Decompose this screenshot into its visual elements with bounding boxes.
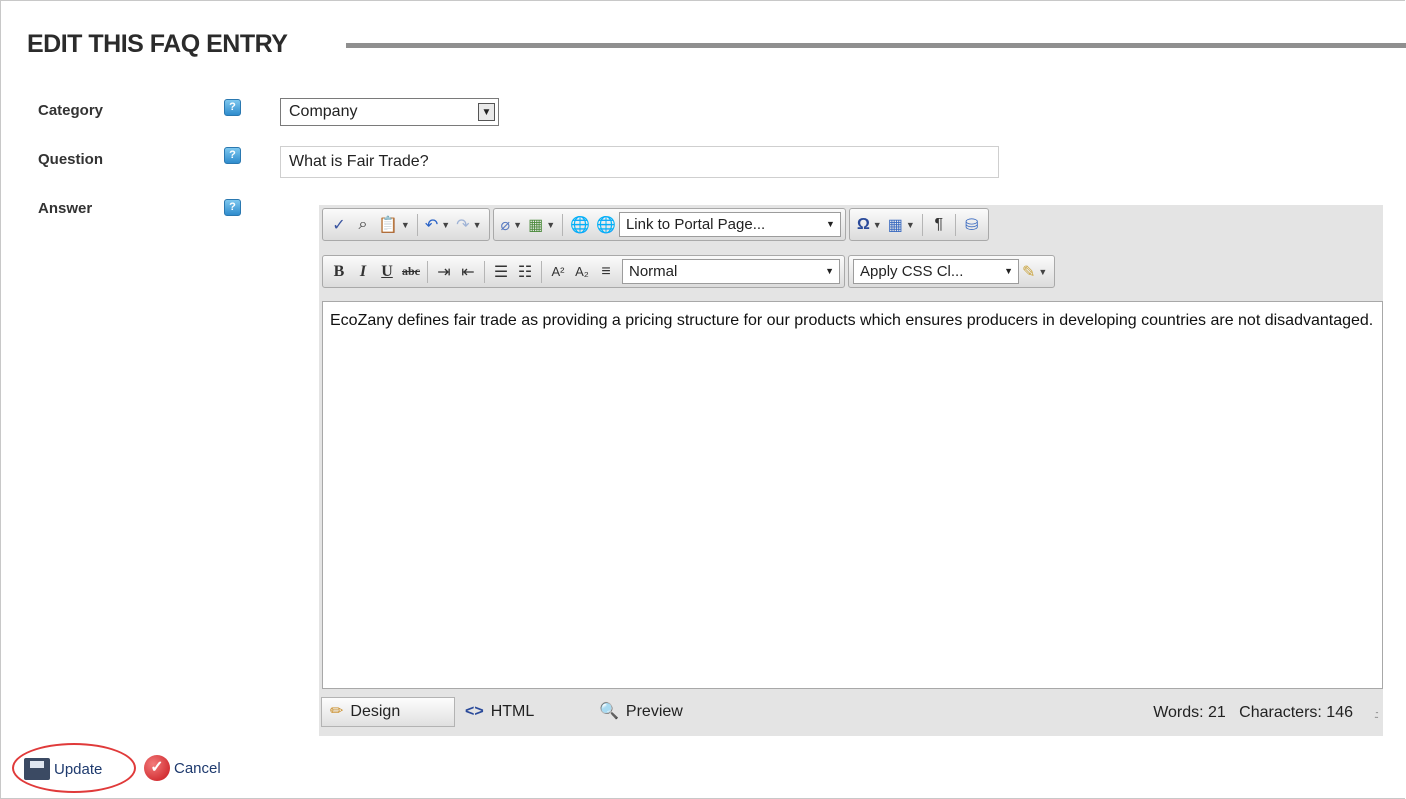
format-stripper-icon[interactable]: ✎ ▼ bbox=[1019, 259, 1050, 284]
hyperlink-icon[interactable]: ⌀ ▼ bbox=[498, 212, 526, 237]
css-select-value: Apply CSS Cl... bbox=[860, 263, 964, 280]
update-button[interactable]: Update bbox=[24, 758, 102, 780]
image-manager-icon[interactable]: ▦ ▼ bbox=[525, 212, 558, 237]
paste-icon[interactable]: 📋 ▼ bbox=[375, 212, 413, 237]
html-mode-tab[interactable]: <> HTML bbox=[457, 697, 567, 727]
resize-grip-icon[interactable]: .:: bbox=[1374, 709, 1379, 721]
spellcheck-icon[interactable]: ✓ bbox=[327, 212, 351, 237]
toolbar-separator bbox=[954, 213, 956, 236]
page-title: EDIT THIS FAQ ENTRY bbox=[27, 30, 288, 58]
question-label: Question bbox=[38, 151, 104, 168]
paragraph-icon[interactable]: ¶ bbox=[927, 212, 951, 237]
superscript-icon[interactable]: A² bbox=[546, 259, 570, 284]
editor-content-area[interactable]: EcoZany defines fair trade as providing … bbox=[322, 301, 1383, 689]
title-divider bbox=[346, 43, 1406, 48]
undo-icon[interactable]: ↶ ▼ bbox=[422, 212, 453, 237]
indent-icon[interactable]: ⇥ bbox=[432, 259, 456, 284]
numbered-list-icon[interactable]: ☰ bbox=[489, 259, 513, 284]
answer-help-icon[interactable]: ? bbox=[224, 199, 241, 216]
toolbar-separator bbox=[921, 213, 923, 236]
strikethrough-icon[interactable]: abc bbox=[399, 259, 423, 284]
cancel-icon: ✓ bbox=[144, 755, 170, 781]
special-characters-icon[interactable]: Ω ▼ bbox=[854, 212, 885, 237]
link-select-value: Link to Portal Page... bbox=[625, 216, 766, 233]
toolbar-group-edit: ✓ ⌕ 📋 ▼ ↶ ▼ ↷ ▼ bbox=[322, 208, 490, 241]
update-label: Update bbox=[54, 760, 103, 778]
module-icon[interactable]: ⛁ bbox=[960, 212, 984, 237]
format-block-select[interactable]: Normal ▼ bbox=[622, 259, 840, 284]
preview-mode-tab[interactable]: 🔍 Preview bbox=[591, 697, 721, 727]
bulleted-list-icon[interactable]: ☷ bbox=[513, 259, 537, 284]
toolbar-separator bbox=[484, 260, 485, 283]
bold-icon[interactable]: B bbox=[327, 259, 351, 284]
code-icon: <> bbox=[465, 703, 484, 720]
word-count-status: Words: 21 Characters: 146 bbox=[1153, 704, 1353, 722]
toolbar-separator bbox=[541, 260, 542, 283]
insert-link-icon[interactable]: 🌐 bbox=[567, 212, 593, 237]
category-help-icon[interactable]: ? bbox=[224, 99, 241, 116]
toolbar-group-links: ⌀ ▼ ▦ ▼ 🌐 🌐 Link to Portal Page... ▼ bbox=[492, 208, 846, 241]
character-count: Characters: 146 bbox=[1239, 704, 1353, 721]
rich-text-editor: ✓ ⌕ 📋 ▼ ↶ ▼ ↷ ▼ ⌀ ▼ ▦ ▼ 🌐 🌐 Link to Portal Pa… bbox=[319, 205, 1383, 736]
toolbar-group-css: Apply CSS Cl... ▼ ✎ ▼ bbox=[848, 255, 1056, 288]
question-help-icon[interactable]: ? bbox=[224, 147, 241, 164]
remove-link-icon[interactable]: 🌐 bbox=[593, 212, 619, 237]
chevron-down-icon: ▼ bbox=[826, 219, 835, 229]
question-input[interactable]: What is Fair Trade? bbox=[280, 146, 999, 178]
insert-table-icon[interactable]: ▦ ▼ bbox=[885, 212, 918, 237]
editor-mode-bar: ✏ Design <> HTML 🔍 Preview Words: 21 Cha… bbox=[319, 691, 1383, 736]
toolbar-group-insert: Ω ▼ ▦ ▼ ¶ ⛁ bbox=[848, 208, 989, 241]
format-select-value: Normal bbox=[629, 263, 678, 280]
underline-icon[interactable]: U bbox=[375, 259, 399, 284]
editor-toolbar-bottom: B I U abc ⇥ ⇤ ☰ ☷ A² A₂ ≡ Normal ▼ Apply… bbox=[322, 255, 1058, 288]
link-to-portal-select[interactable]: Link to Portal Page... ▼ bbox=[618, 212, 841, 237]
category-label: Category bbox=[38, 102, 104, 119]
category-select-value: Company bbox=[289, 103, 358, 120]
chevron-down-icon: ▼ bbox=[825, 266, 834, 276]
save-disk-icon bbox=[24, 758, 50, 780]
italic-icon[interactable]: I bbox=[351, 259, 375, 284]
design-mode-tab[interactable]: ✏ Design bbox=[321, 697, 455, 727]
chevron-down-icon: ▼ bbox=[1004, 266, 1013, 276]
cancel-label: Cancel bbox=[174, 759, 221, 777]
design-tab-label: Design bbox=[350, 703, 401, 720]
subscript-icon[interactable]: A₂ bbox=[570, 259, 594, 284]
category-select[interactable]: Company ▼ bbox=[280, 98, 499, 126]
answer-label: Answer bbox=[38, 200, 93, 217]
editor-toolbar-top: ✓ ⌕ 📋 ▼ ↶ ▼ ↷ ▼ ⌀ ▼ ▦ ▼ 🌐 🌐 Link to Portal Pa… bbox=[322, 208, 992, 241]
toolbar-separator bbox=[416, 213, 418, 236]
align-icon[interactable]: ≡ bbox=[594, 259, 618, 284]
cancel-button[interactable]: ✓ Cancel bbox=[144, 755, 221, 781]
find-replace-icon[interactable]: ⌕ bbox=[351, 212, 375, 237]
apply-css-class-select[interactable]: Apply CSS Cl... ▼ bbox=[853, 259, 1019, 284]
toolbar-separator bbox=[562, 213, 564, 236]
word-count: Words: 21 bbox=[1153, 704, 1226, 721]
pencil-icon: ✏ bbox=[330, 703, 344, 720]
html-tab-label: HTML bbox=[490, 703, 535, 720]
chevron-down-icon[interactable]: ▼ bbox=[478, 103, 495, 121]
toolbar-group-format: B I U abc ⇥ ⇤ ☰ ☷ A² A₂ ≡ Normal ▼ bbox=[322, 255, 845, 288]
outdent-icon[interactable]: ⇤ bbox=[456, 259, 480, 284]
toolbar-separator bbox=[427, 260, 428, 283]
preview-tab-label: Preview bbox=[625, 703, 683, 720]
magnifier-icon: 🔍 bbox=[599, 703, 619, 720]
redo-icon[interactable]: ↷ ▼ bbox=[453, 212, 484, 237]
